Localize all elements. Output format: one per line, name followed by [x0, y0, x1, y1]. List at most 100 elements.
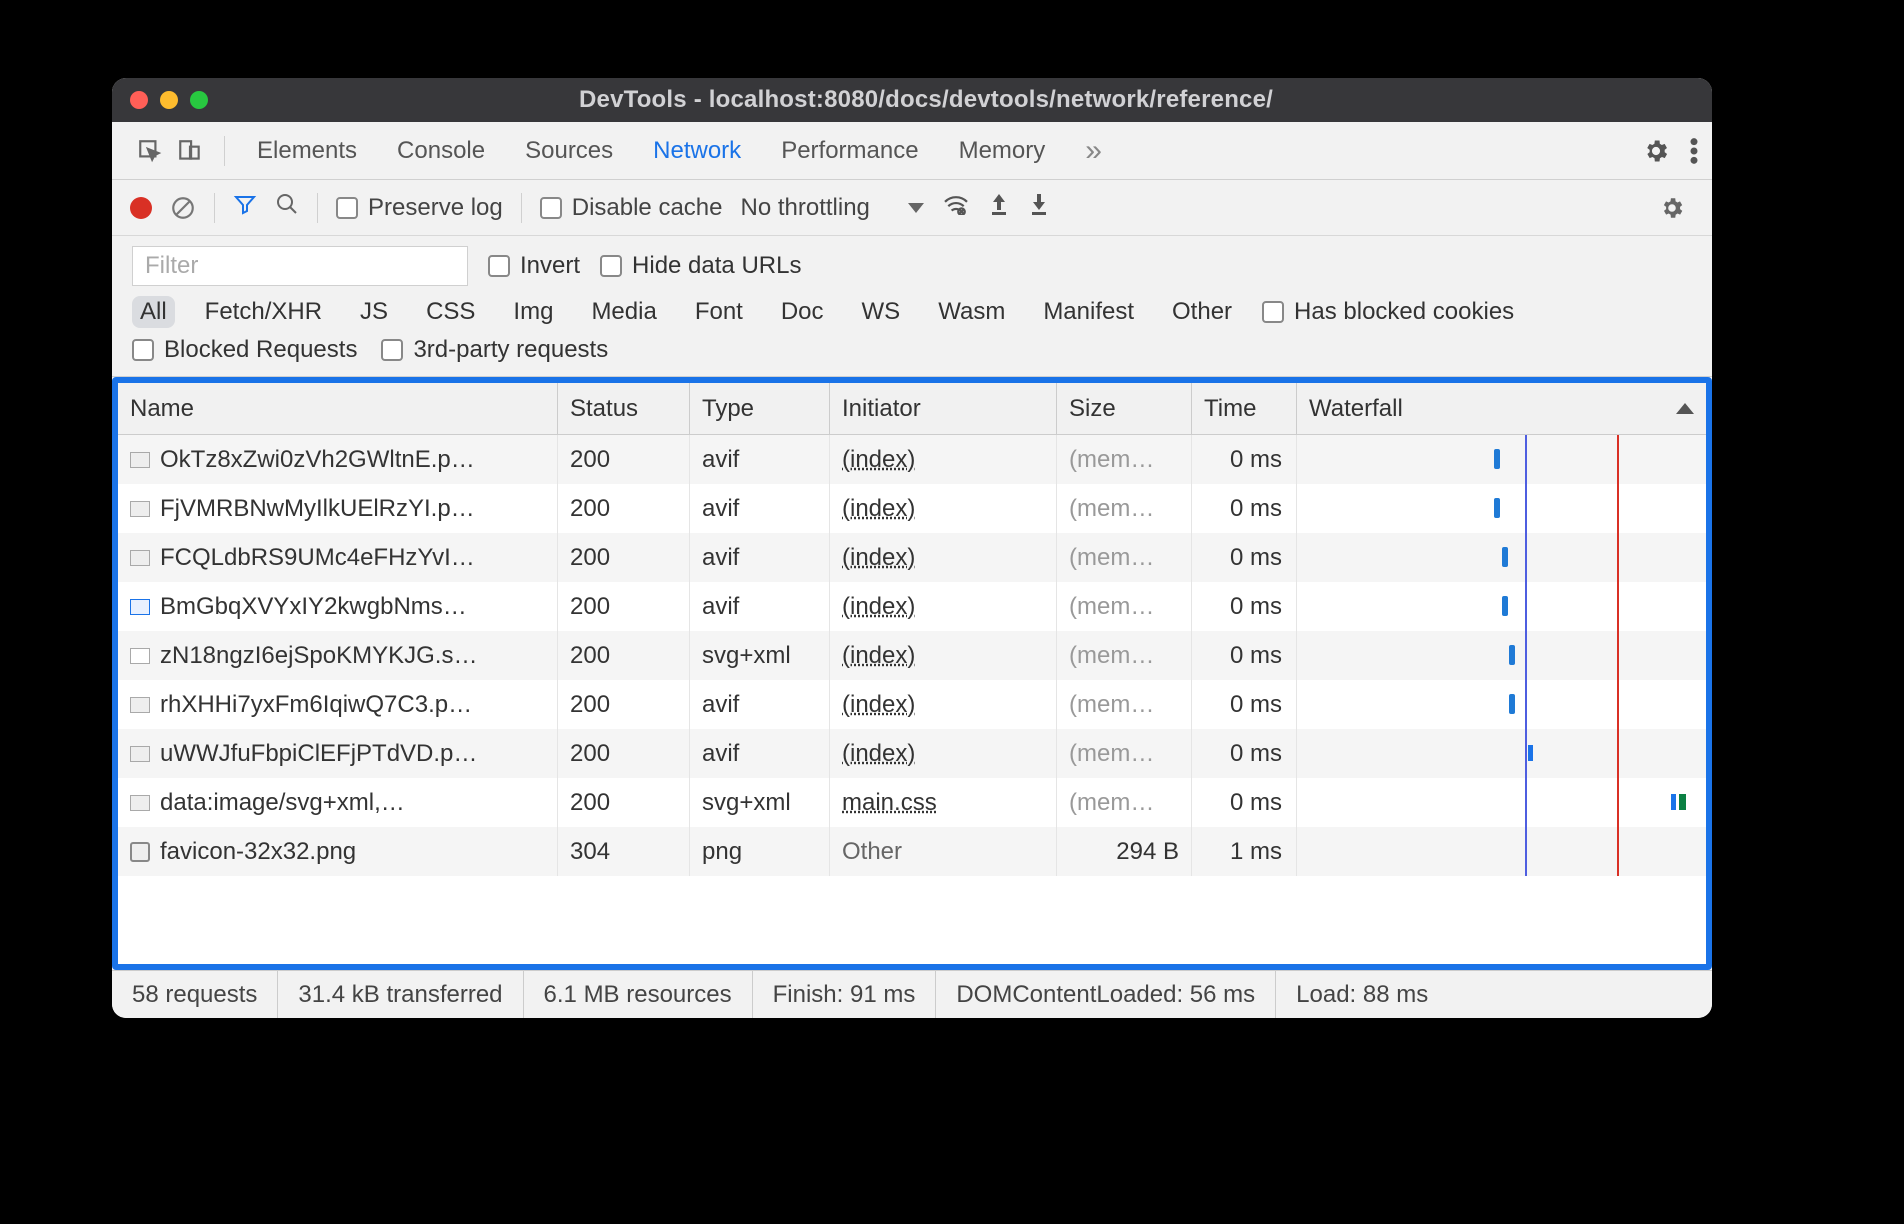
network-conditions-icon[interactable]	[942, 193, 970, 222]
throttling-select[interactable]: No throttling	[740, 194, 923, 222]
col-time[interactable]: Time	[1192, 383, 1297, 434]
traffic-lights	[130, 91, 208, 109]
type-manifest[interactable]: Manifest	[1035, 296, 1142, 328]
cell-initiator[interactable]: main.css	[830, 778, 1057, 827]
invert-checkbox[interactable]: Invert	[488, 252, 580, 280]
cell-initiator[interactable]: (index)	[830, 680, 1057, 729]
table-row[interactable]: OkTz8xZwi0zVh2GWltnE.p…200avif(index)(me…	[118, 435, 1706, 484]
cell-status: 200	[558, 533, 690, 582]
resource-icon	[130, 795, 150, 811]
tab-performance[interactable]: Performance	[781, 122, 918, 180]
col-size[interactable]: Size	[1057, 383, 1192, 434]
hide-data-urls-checkbox[interactable]: Hide data URLs	[600, 252, 801, 280]
cell-name: favicon-32x32.png	[160, 838, 356, 866]
cell-size: (mem…	[1057, 778, 1192, 827]
requests-table: Name Status Type Initiator Size Time Wat…	[112, 377, 1712, 970]
table-row[interactable]: uWWJfuFbpiClEFjPTdVD.p…200avif(index)(me…	[118, 729, 1706, 778]
type-font[interactable]: Font	[687, 296, 751, 328]
cell-initiator[interactable]: (index)	[830, 435, 1057, 484]
disable-cache-checkbox[interactable]: Disable cache	[540, 194, 723, 222]
type-filter-row: All Fetch/XHR JS CSS Img Media Font Doc …	[112, 290, 1712, 332]
cell-initiator[interactable]: (index)	[830, 582, 1057, 631]
cell-size: 294 B	[1057, 827, 1192, 876]
divider	[214, 193, 215, 223]
table-body: OkTz8xZwi0zVh2GWltnE.p…200avif(index)(me…	[118, 435, 1706, 964]
cell-time: 0 ms	[1192, 484, 1297, 533]
col-waterfall[interactable]: Waterfall	[1297, 383, 1706, 434]
filter-input[interactable]	[132, 246, 468, 286]
table-row[interactable]: data:image/svg+xml,…200svg+xmlmain.css(m…	[118, 778, 1706, 827]
cell-initiator[interactable]: (index)	[830, 729, 1057, 778]
col-status[interactable]: Status	[558, 383, 690, 434]
cell-initiator[interactable]: (index)	[830, 484, 1057, 533]
table-row[interactable]: rhXHHi7yxFm6IqiwQ7C3.p…200avif(index)(me…	[118, 680, 1706, 729]
type-media[interactable]: Media	[583, 296, 664, 328]
resource-icon	[130, 452, 150, 468]
table-header: Name Status Type Initiator Size Time Wat…	[118, 383, 1706, 435]
type-other[interactable]: Other	[1164, 296, 1240, 328]
status-domcontentloaded: DOMContentLoaded: 56 ms	[936, 971, 1276, 1018]
search-icon[interactable]	[275, 192, 299, 223]
table-row[interactable]: BmGbqXVYxIY2kwgbNms…200avif(index)(mem…0…	[118, 582, 1706, 631]
type-filter-row-2: Blocked Requests 3rd-party requests	[112, 332, 1712, 377]
type-js[interactable]: JS	[352, 296, 396, 328]
cell-status: 200	[558, 680, 690, 729]
type-css[interactable]: CSS	[418, 296, 483, 328]
cell-name: BmGbqXVYxIY2kwgbNms…	[160, 593, 467, 621]
cell-status: 200	[558, 484, 690, 533]
inspect-icon[interactable]	[130, 131, 170, 171]
resource-icon	[130, 501, 150, 517]
tabs-overflow-icon[interactable]: »	[1085, 119, 1102, 183]
kebab-menu-icon[interactable]	[1690, 137, 1698, 165]
table-row[interactable]: favicon-32x32.png304pngOther294 B1 ms	[118, 827, 1706, 876]
chevron-down-icon	[908, 203, 924, 213]
download-icon[interactable]	[1028, 192, 1050, 223]
tab-console[interactable]: Console	[397, 122, 485, 180]
clear-icon[interactable]	[170, 195, 196, 221]
col-type[interactable]: Type	[690, 383, 830, 434]
cell-time: 0 ms	[1192, 435, 1297, 484]
device-toggle-icon[interactable]	[170, 131, 210, 171]
col-initiator[interactable]: Initiator	[830, 383, 1057, 434]
cell-time: 1 ms	[1192, 827, 1297, 876]
filter-icon[interactable]	[233, 192, 257, 223]
cell-status: 200	[558, 778, 690, 827]
type-wasm[interactable]: Wasm	[930, 296, 1013, 328]
tab-elements[interactable]: Elements	[257, 122, 357, 180]
cell-initiator[interactable]: Other	[830, 827, 1057, 876]
type-all[interactable]: All	[132, 296, 175, 328]
table-row[interactable]: zN18ngzI6ejSpoKMYKJG.s…200svg+xml(index)…	[118, 631, 1706, 680]
third-party-requests-checkbox[interactable]: 3rd-party requests	[381, 336, 608, 364]
settings-icon[interactable]	[1642, 137, 1670, 165]
close-icon[interactable]	[130, 91, 148, 109]
window-title: DevTools - localhost:8080/docs/devtools/…	[208, 86, 1694, 114]
table-row[interactable]: FCQLdbRS9UMc4eFHzYvI…200avif(index)(mem……	[118, 533, 1706, 582]
type-doc[interactable]: Doc	[773, 296, 832, 328]
resource-icon	[130, 746, 150, 762]
table-row[interactable]: FjVMRBNwMyIlkUElRzYI.p…200avif(index)(me…	[118, 484, 1706, 533]
cell-initiator[interactable]: (index)	[830, 533, 1057, 582]
tab-memory[interactable]: Memory	[959, 122, 1046, 180]
type-ws[interactable]: WS	[854, 296, 909, 328]
status-load: Load: 88 ms	[1276, 971, 1448, 1018]
upload-icon[interactable]	[988, 192, 1010, 223]
type-img[interactable]: Img	[505, 296, 561, 328]
status-transferred: 31.4 kB transferred	[278, 971, 523, 1018]
minimize-icon[interactable]	[160, 91, 178, 109]
resource-icon	[130, 842, 150, 862]
cell-initiator[interactable]: (index)	[830, 631, 1057, 680]
panel-settings-icon[interactable]	[1650, 186, 1694, 230]
zoom-icon[interactable]	[190, 91, 208, 109]
has-blocked-cookies-checkbox[interactable]: Has blocked cookies	[1262, 298, 1514, 326]
cell-size: (mem…	[1057, 729, 1192, 778]
preserve-log-checkbox[interactable]: Preserve log	[336, 194, 503, 222]
type-fetch-xhr[interactable]: Fetch/XHR	[197, 296, 330, 328]
sort-asc-icon	[1676, 403, 1694, 414]
blocked-requests-checkbox[interactable]: Blocked Requests	[132, 336, 357, 364]
tab-network[interactable]: Network	[653, 122, 741, 183]
record-icon[interactable]	[130, 197, 152, 219]
cell-status: 200	[558, 582, 690, 631]
tab-sources[interactable]: Sources	[525, 122, 613, 180]
col-name[interactable]: Name	[118, 383, 558, 434]
cell-type: png	[690, 827, 830, 876]
